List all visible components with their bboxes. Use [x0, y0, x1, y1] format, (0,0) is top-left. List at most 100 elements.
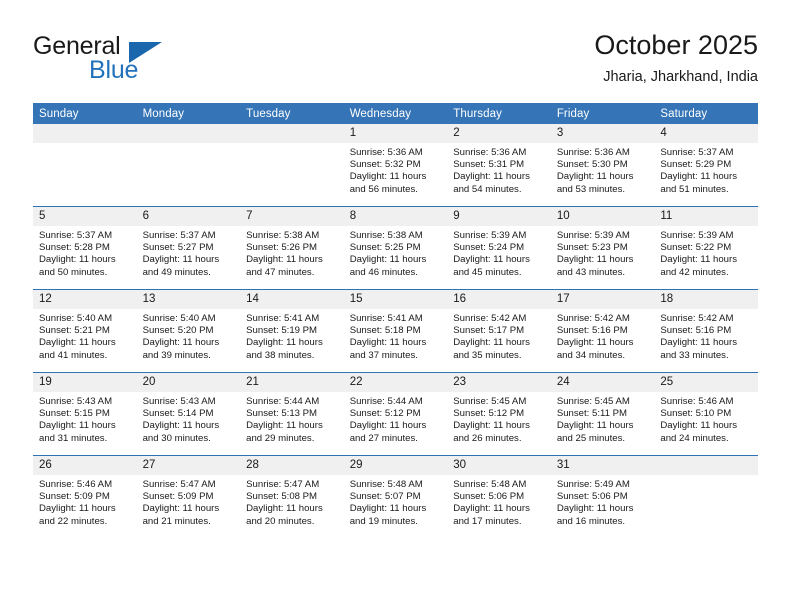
calendar-week-row: 19 Sunrise: 5:43 AM Sunset: 5:15 PM Dayligh… — [33, 372, 758, 456]
calendar-day-cell[interactable]: 24 Sunrise: 5:45 AM Sunset: 5:11 PM Dayligh… — [550, 372, 655, 456]
day-number: 24 — [550, 373, 655, 392]
calendar-day-cell[interactable]: 19 Sunrise: 5:43 AM Sunset: 5:15 PM Dayligh… — [33, 372, 137, 456]
calendar-day-cell[interactable]: 1 Sunrise: 5:36 AM Sunset: 5:32 PM Daylight… — [343, 124, 448, 207]
sunrise-time: Sunrise: 5:39 AM — [556, 230, 630, 241]
sunrise-time: Sunrise: 5:45 AM — [453, 396, 527, 407]
daylight-duration-line2: and 30 minutes. — [142, 432, 211, 444]
day-details: Sunrise: 5:37 AM Sunset: 5:28 PM Daylight:… — [33, 226, 137, 279]
day-number: 12 — [33, 290, 137, 309]
day-details: Sunrise: 5:44 AM Sunset: 5:12 PM Daylight:… — [344, 392, 448, 445]
calendar-day-cell[interactable]: 11 Sunrise: 5:39 AM Sunset: 5:22 PM Dayligh… — [654, 206, 758, 290]
calendar-day-cell[interactable]: 23 Sunrise: 5:45 AM Sunset: 5:12 PM Dayligh… — [447, 372, 551, 456]
daylight-duration-line2: and 24 minutes. — [660, 432, 729, 444]
day-details: Sunrise: 5:37 AM Sunset: 5:27 PM Daylight:… — [137, 226, 241, 279]
daylight-duration-line2: and 46 minutes. — [349, 266, 418, 278]
calendar-day-cell[interactable]: 13 Sunrise: 5:40 AM Sunset: 5:20 PM Dayligh… — [136, 289, 241, 373]
daylight-duration-line1: Daylight: 11 hours — [39, 254, 116, 266]
sunrise-time: Sunrise: 5:38 AM — [349, 230, 423, 241]
daylight-duration-line2: and 31 minutes. — [39, 432, 108, 444]
day-number: 15 — [343, 290, 448, 309]
daylight-duration-line1: Daylight: 11 hours — [142, 503, 220, 515]
daylight-duration-line2: and 42 minutes. — [660, 266, 729, 278]
sunrise-time: Sunrise: 5:40 AM — [39, 313, 113, 324]
sunset-time: Sunset: 5:23 PM — [556, 242, 628, 254]
day-details: Sunrise: 5:44 AM Sunset: 5:13 PM Daylight:… — [240, 392, 344, 445]
day-number: 10 — [550, 207, 655, 226]
day-details: Sunrise: 5:48 AM Sunset: 5:06 PM Daylight:… — [447, 475, 551, 528]
sunset-time: Sunset: 5:14 PM — [142, 408, 214, 420]
calendar-day-cell[interactable]: 31 Sunrise: 5:49 AM Sunset: 5:06 PM Dayligh… — [550, 455, 655, 538]
sunrise-time: Sunrise: 5:41 AM — [349, 313, 423, 324]
daylight-duration-line2: and 35 minutes. — [453, 349, 522, 361]
sunrise-time: Sunrise: 5:42 AM — [453, 313, 527, 324]
calendar-day-cell[interactable]: 29 Sunrise: 5:48 AM Sunset: 5:07 PM Dayligh… — [343, 455, 448, 538]
calendar-day-cell[interactable]: 27 Sunrise: 5:47 AM Sunset: 5:09 PM Dayligh… — [136, 455, 241, 538]
daylight-duration-line2: and 33 minutes. — [660, 349, 729, 361]
calendar-day-cell[interactable]: 4 Sunrise: 5:37 AM Sunset: 5:29 PM Daylight… — [654, 124, 758, 207]
calendar-day-cell[interactable]: 15 Sunrise: 5:41 AM Sunset: 5:18 PM Dayligh… — [343, 289, 448, 373]
weekday-header-wednesday: Wednesday — [343, 103, 448, 124]
day-details: Sunrise: 5:47 AM Sunset: 5:08 PM Daylight:… — [240, 475, 344, 528]
daylight-duration-line1: Daylight: 11 hours — [39, 420, 116, 432]
daylight-duration-line2: and 53 minutes. — [556, 183, 626, 195]
daylight-duration-line1: Daylight: 11 hours — [660, 254, 737, 266]
calendar-day-cell[interactable]: 28 Sunrise: 5:47 AM Sunset: 5:08 PM Dayligh… — [240, 455, 344, 538]
day-details: Sunrise: 5:36 AM Sunset: 5:31 PM Daylight:… — [447, 143, 551, 196]
day-details: Sunrise: 5:42 AM Sunset: 5:16 PM Daylight:… — [551, 309, 655, 362]
calendar-empty-cell — [240, 124, 344, 207]
daylight-duration-line2: and 47 minutes. — [246, 266, 315, 278]
calendar-day-cell[interactable]: 25 Sunrise: 5:46 AM Sunset: 5:10 PM Dayligh… — [654, 372, 758, 456]
day-number: 14 — [240, 290, 344, 309]
sunset-time: Sunset: 5:17 PM — [453, 325, 525, 337]
calendar-day-cell[interactable]: 26 Sunrise: 5:46 AM Sunset: 5:09 PM Dayligh… — [33, 455, 137, 538]
calendar-day-cell[interactable]: 18 Sunrise: 5:42 AM Sunset: 5:16 PM Dayligh… — [654, 289, 758, 373]
sunrise-time: Sunrise: 5:39 AM — [453, 230, 527, 241]
daylight-duration-line1: Daylight: 11 hours — [349, 337, 427, 349]
calendar-day-cell[interactable]: 9 Sunrise: 5:39 AM Sunset: 5:24 PM Daylight… — [447, 206, 551, 290]
calendar-day-cell[interactable]: 5 Sunrise: 5:37 AM Sunset: 5:28 PM Daylight… — [33, 206, 137, 290]
day-details: Sunrise: 5:48 AM Sunset: 5:07 PM Daylight:… — [344, 475, 448, 528]
daylight-duration-line1: Daylight: 11 hours — [246, 503, 323, 515]
calendar-day-cell[interactable]: 6 Sunrise: 5:37 AM Sunset: 5:27 PM Daylight… — [136, 206, 241, 290]
calendar-day-cell[interactable]: 22 Sunrise: 5:44 AM Sunset: 5:12 PM Dayligh… — [343, 372, 448, 456]
daylight-duration-line1: Daylight: 11 hours — [453, 254, 530, 266]
day-number: 5 — [33, 207, 137, 226]
calendar-day-cell[interactable]: 30 Sunrise: 5:48 AM Sunset: 5:06 PM Dayligh… — [447, 455, 551, 538]
daylight-duration-line2: and 37 minutes. — [349, 349, 418, 361]
daylight-duration-line2: and 21 minutes. — [142, 515, 211, 527]
sunset-time: Sunset: 5:21 PM — [39, 325, 110, 337]
calendar-week-row: 1 Sunrise: 5:36 AM Sunset: 5:32 PM Daylight… — [33, 124, 758, 207]
daylight-duration-line1: Daylight: 11 hours — [39, 503, 116, 515]
day-details: Sunrise: 5:39 AM Sunset: 5:24 PM Daylight:… — [447, 226, 551, 279]
sunrise-time: Sunrise: 5:46 AM — [660, 396, 734, 407]
sunset-time: Sunset: 5:06 PM — [453, 491, 525, 503]
day-details: Sunrise: 5:41 AM Sunset: 5:18 PM Daylight:… — [344, 309, 448, 362]
daylight-duration-line2: and 38 minutes. — [246, 349, 315, 361]
daylight-duration-line1: Daylight: 11 hours — [453, 171, 530, 183]
day-details: Sunrise: 5:39 AM Sunset: 5:23 PM Daylight:… — [551, 226, 655, 279]
calendar-day-cell[interactable]: 17 Sunrise: 5:42 AM Sunset: 5:16 PM Dayligh… — [550, 289, 655, 373]
sunrise-time: Sunrise: 5:43 AM — [39, 396, 113, 407]
general-blue-logo[interactable]: General Blue — [33, 32, 273, 92]
calendar-day-cell[interactable]: 3 Sunrise: 5:36 AM Sunset: 5:30 PM Daylight… — [550, 124, 655, 207]
calendar-day-cell[interactable]: 16 Sunrise: 5:42 AM Sunset: 5:17 PM Dayligh… — [447, 289, 551, 373]
daylight-duration-line2: and 17 minutes. — [453, 515, 522, 527]
calendar-day-cell[interactable]: 21 Sunrise: 5:44 AM Sunset: 5:13 PM Dayligh… — [240, 372, 344, 456]
calendar-day-cell[interactable]: 12 Sunrise: 5:40 AM Sunset: 5:21 PM Dayligh… — [33, 289, 137, 373]
sunrise-time: Sunrise: 5:45 AM — [556, 396, 630, 407]
day-details: Sunrise: 5:47 AM Sunset: 5:09 PM Daylight:… — [137, 475, 241, 528]
calendar-day-cell[interactable]: 14 Sunrise: 5:41 AM Sunset: 5:19 PM Dayligh… — [240, 289, 344, 373]
sunrise-time: Sunrise: 5:44 AM — [349, 396, 423, 407]
day-number: 27 — [136, 456, 241, 475]
calendar-day-cell[interactable]: 20 Sunrise: 5:43 AM Sunset: 5:14 PM Dayligh… — [136, 372, 241, 456]
calendar-day-cell[interactable]: 8 Sunrise: 5:38 AM Sunset: 5:25 PM Daylight… — [343, 206, 448, 290]
daylight-duration-line1: Daylight: 11 hours — [660, 420, 737, 432]
calendar-day-cell[interactable]: 2 Sunrise: 5:36 AM Sunset: 5:31 PM Daylight… — [447, 124, 551, 207]
sunset-time: Sunset: 5:28 PM — [39, 242, 110, 254]
calendar-day-cell[interactable]: 7 Sunrise: 5:38 AM Sunset: 5:26 PM Daylight… — [240, 206, 344, 290]
daylight-duration-line2: and 20 minutes. — [246, 515, 315, 527]
daylight-duration-line2: and 41 minutes. — [39, 349, 108, 361]
day-number: 11 — [654, 207, 758, 226]
sunset-time: Sunset: 5:11 PM — [556, 408, 628, 420]
calendar-day-cell[interactable]: 10 Sunrise: 5:39 AM Sunset: 5:23 PM Dayligh… — [550, 206, 655, 290]
